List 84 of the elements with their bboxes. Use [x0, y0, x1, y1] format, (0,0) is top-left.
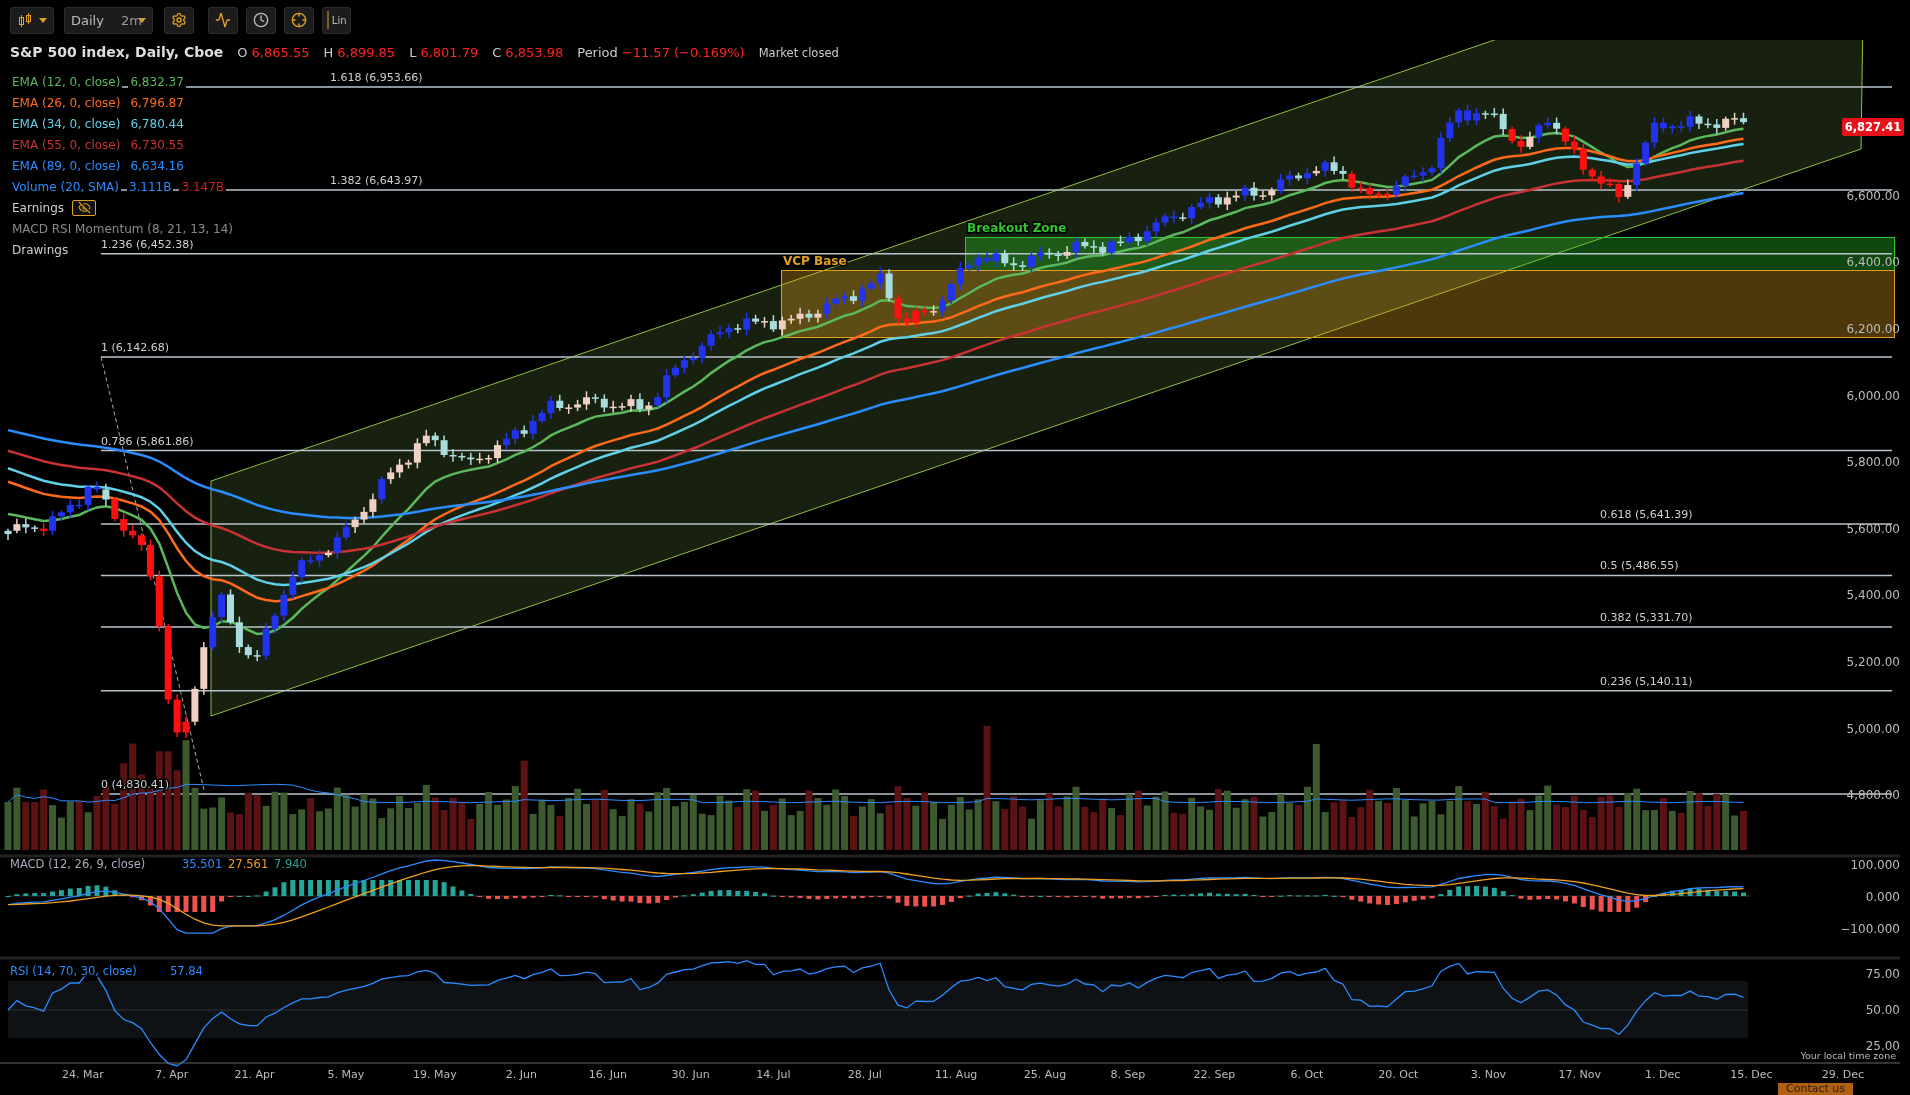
macd-label[interactable]: MACD (12, 26, 9, close) — [10, 857, 146, 871]
fibonacci-level-label: 0.382 (5,331.70) — [1600, 611, 1693, 625]
range-label[interactable]: 2m — [120, 12, 142, 28]
quote-value: 6,865.55 — [251, 45, 310, 60]
fibonacci-level-label: 0.5 (5,486.55) — [1600, 559, 1679, 573]
time-axis-label: 15. Dec — [1730, 1068, 1773, 1081]
quote-label: H — [323, 45, 334, 60]
price-axis-label: 5,200.00 — [1846, 654, 1900, 669]
time-axis-label: 25. Aug — [1023, 1068, 1067, 1081]
time-axis-label: 3. Nov — [1470, 1068, 1507, 1081]
chart-title: S&P 500 index, Daily, Cboe — [10, 44, 224, 60]
time-axis-label: 7. Apr — [155, 1068, 189, 1081]
fibonacci-level-label: 1.236 (6,452.38) — [101, 237, 194, 251]
fibonacci-level-label: 1.618 (6,953.66) — [330, 70, 423, 84]
zone-label: VCP Base — [783, 254, 847, 268]
price-axis-label: 5,800.00 — [1846, 455, 1900, 470]
price-axis-label: 5,400.00 — [1846, 588, 1900, 603]
legend-value: 3.147B — [179, 179, 227, 194]
time-axis-label: 28. Jul — [847, 1068, 882, 1081]
legend-label[interactable]: Drawings — [10, 242, 71, 257]
time-axis-label: 8. Sep — [1110, 1068, 1146, 1081]
legend-label[interactable]: EMA (89, 0, close) — [10, 158, 123, 173]
fibonacci-level-label: 1 (6,142.68) — [101, 341, 170, 354]
fibonacci-level-label: 0.786 (5,861.86) — [101, 434, 194, 448]
time-axis-label: 5. May — [327, 1068, 365, 1081]
contact-button[interactable]: Contact us — [1778, 1083, 1853, 1095]
last-price-badge: 6,827.41 — [1842, 118, 1904, 136]
legend-value: 6,634.16 — [128, 158, 186, 173]
time-axis-label: 11. Aug — [934, 1068, 978, 1081]
time-axis-label: 20. Oct — [1378, 1068, 1419, 1081]
time-axis-label: 21. Apr — [234, 1068, 275, 1081]
macd-axis-label: −100.000 — [1840, 922, 1900, 936]
time-zone-note: Your local time zone — [1800, 1050, 1896, 1061]
time-axis-label: 6. Oct — [1290, 1068, 1324, 1081]
legend-label[interactable]: MACD RSI Momentum (8, 21, 13, 14) — [10, 221, 235, 236]
legend-value: 6,832.37 — [128, 74, 186, 89]
price-axis-label: 6,000.00 — [1846, 388, 1900, 403]
time-axis-label: 14. Jul — [756, 1068, 791, 1081]
price-axis-label: 5,600.00 — [1846, 521, 1900, 536]
rsi-axis-label: 75.00 — [1865, 967, 1900, 981]
legend-value: 6,730.55 — [128, 137, 186, 152]
macd-value: 7.940 — [274, 857, 307, 871]
legend-label[interactable]: EMA (34, 0, close) — [10, 116, 123, 131]
time-axis-label: 2. Jun — [505, 1068, 537, 1081]
time-axis-label: 24. Mar — [61, 1068, 104, 1081]
time-axis-label: 22. Sep — [1193, 1068, 1236, 1081]
quote-label: L — [409, 45, 417, 60]
fibonacci-level-label: 0.618 (5,641.39) — [1600, 507, 1693, 521]
market-status: Market closed — [758, 46, 839, 60]
period-label: Period — [577, 45, 618, 60]
fibonacci-level-label: 0 (4,830.41) — [101, 778, 170, 791]
rsi-axis-label: 50.00 — [1865, 1003, 1900, 1017]
fibonacci-level-label: 0.236 (5,140.11) — [1600, 674, 1693, 688]
period-change: −11.57 (−0.169%) — [621, 45, 745, 60]
time-axis-label: 19. May — [412, 1068, 457, 1081]
macd-axis-label: 0.000 — [1865, 890, 1900, 904]
time-axis-label: 1. Dec — [1644, 1068, 1681, 1081]
time-axis-label: 29. Dec — [1821, 1068, 1864, 1081]
rsi-axis-label: 25.00 — [1865, 1039, 1900, 1053]
macd-axis-label: 100.000 — [1850, 858, 1900, 872]
time-axis-label: 17. Nov — [1558, 1068, 1601, 1081]
time-axis-label: 30. Jun — [671, 1068, 710, 1081]
legend-value: 3.111B — [126, 179, 174, 194]
quote-label: C — [492, 45, 502, 60]
time-axis-label: 16. Jun — [588, 1068, 627, 1081]
quote-value: 6,853.98 — [505, 45, 564, 60]
macd-value: 27.561 — [228, 857, 269, 871]
legend-label[interactable]: Volume (20, SMA) — [10, 179, 121, 194]
legend-label[interactable]: EMA (55, 0, close) — [10, 137, 123, 152]
scale-button[interactable]: Lin — [321, 6, 351, 34]
legend-label[interactable]: EMA (26, 0, close) — [10, 95, 123, 110]
legend-label[interactable]: Earnings — [10, 200, 67, 215]
legend-value: 6,796.87 — [128, 95, 186, 110]
macd-value: 35.501 — [182, 857, 223, 871]
price-axis-label: 6,600.00 — [1846, 188, 1900, 203]
legend-label[interactable]: EMA (12, 0, close) — [10, 74, 123, 89]
fibonacci-level-label: 1.382 (6,643.97) — [330, 174, 423, 188]
quote-value: 6,899.85 — [337, 45, 396, 60]
price-axis-label: 5,000.00 — [1846, 721, 1900, 736]
rsi-value: 57.84 — [170, 964, 203, 978]
quote-label: O — [237, 45, 248, 60]
quote-value: 6,801.79 — [420, 45, 479, 60]
zone-label: Breakout Zone — [967, 221, 1067, 235]
legend-value: 6,780.44 — [128, 116, 186, 131]
